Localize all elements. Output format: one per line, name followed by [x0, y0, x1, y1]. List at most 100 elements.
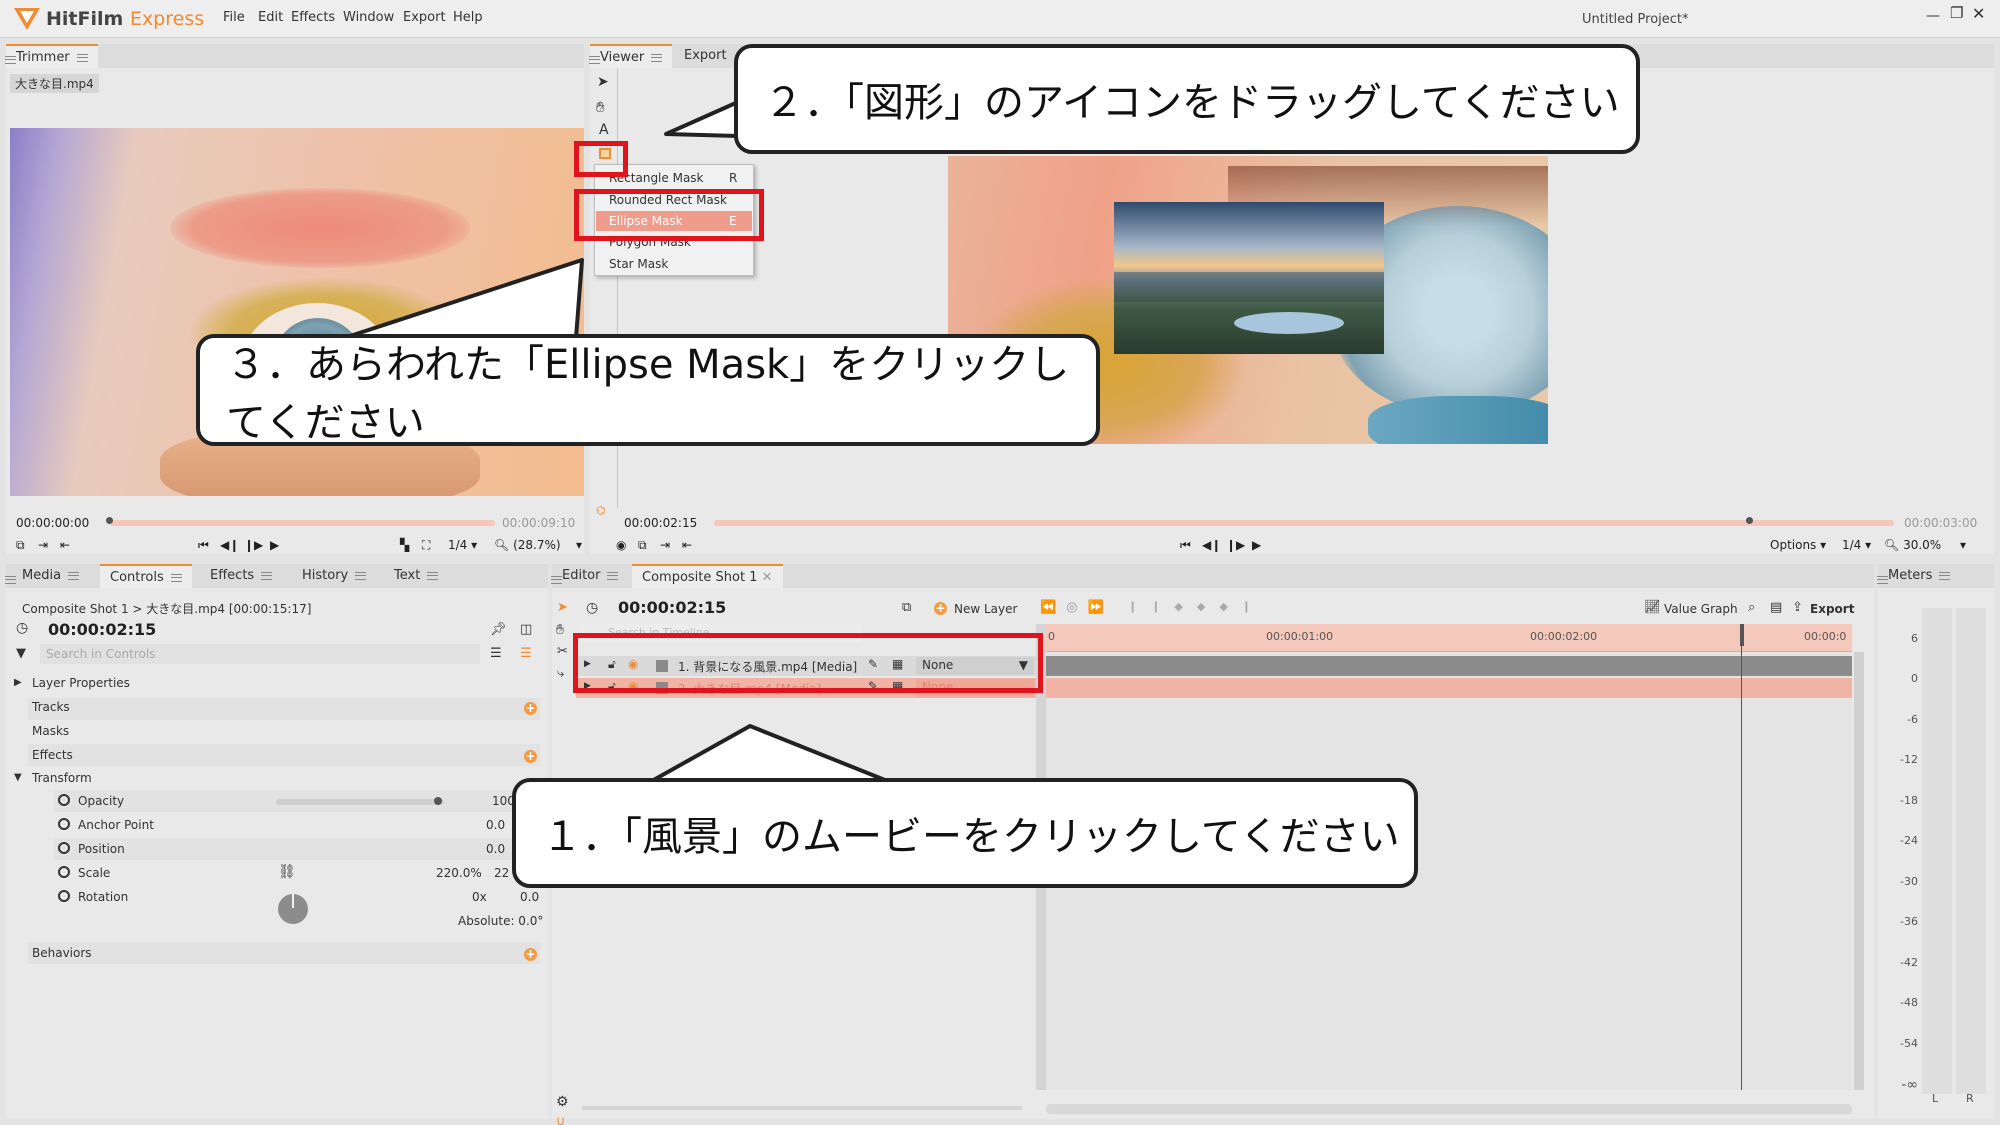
panel-menu-icon[interactable]: [5, 55, 16, 64]
opacity-slider[interactable]: [276, 799, 444, 805]
tracks-row[interactable]: [28, 698, 540, 720]
menu-effects[interactable]: Effects: [291, 10, 335, 25]
panel-menu-icon[interactable]: [551, 575, 562, 584]
prop-position-row[interactable]: [54, 838, 540, 860]
in-point-icon[interactable]: ⧉: [16, 538, 25, 553]
tab-media[interactable]: Media: [12, 564, 89, 588]
trimmer-resolution[interactable]: 1/4 ▾: [448, 538, 477, 552]
tab-editor[interactable]: Editor: [552, 564, 628, 588]
menu-file[interactable]: File: [223, 10, 245, 25]
snapshot-icon[interactable]: ◉: [616, 538, 626, 552]
keyframe-scale-icon[interactable]: [58, 866, 70, 878]
viewer-options[interactable]: Options ▾: [1770, 538, 1826, 552]
overlay-icon[interactable]: ⇤: [60, 538, 70, 552]
close-icon[interactable]: ✕: [1972, 4, 1985, 23]
trimmer-menu-arrow[interactable]: ▾: [576, 538, 582, 552]
step-back-icon[interactable]: ◀❙: [220, 538, 239, 552]
tab-composite-shot[interactable]: Composite Shot 1 ✕: [632, 564, 783, 588]
split-view-icon[interactable]: ◫: [520, 622, 532, 637]
editor-time[interactable]: 00:00:02:15: [618, 598, 726, 617]
timeline-hscrollbar[interactable]: [1046, 1104, 1852, 1114]
effects-label[interactable]: Effects: [32, 748, 73, 762]
insert-icon[interactable]: ⇥: [660, 538, 670, 552]
landscape-layer-preview[interactable]: [1114, 202, 1384, 354]
viewer-playhead[interactable]: [1746, 517, 1753, 524]
timeline-playhead[interactable]: [1740, 624, 1744, 646]
keyframe-position-icon[interactable]: [58, 842, 70, 854]
anchor-tool-icon[interactable]: ⌬: [596, 504, 606, 517]
collapse-transform-icon[interactable]: ▼: [14, 772, 22, 783]
menu-export[interactable]: Export: [403, 10, 446, 25]
editor-export-button[interactable]: Export: [1810, 602, 1854, 616]
behaviors-label[interactable]: Behaviors: [32, 946, 92, 960]
scale-value-2[interactable]: 22: [494, 866, 509, 880]
rotation-value[interactable]: 0.0: [520, 890, 539, 904]
layer-list-zoom-slider[interactable]: [582, 1106, 1022, 1110]
position-value[interactable]: 0.0: [486, 842, 505, 856]
new-layer-button[interactable]: New Layer: [954, 602, 1017, 616]
close-tab-icon[interactable]: ✕: [762, 570, 773, 585]
add-effect-icon[interactable]: +: [524, 750, 537, 763]
link-tool-icon[interactable]: ⤷: [557, 666, 564, 681]
viewer-scrubber[interactable]: [714, 520, 1894, 526]
select-tool-icon[interactable]: ➤: [557, 600, 568, 615]
hand-tool-icon[interactable]: ✋︎: [556, 622, 564, 638]
keyframe-anchor-icon[interactable]: [58, 818, 70, 830]
skip-start-icon[interactable]: ⏮: [1180, 538, 1191, 553]
clipboard-icon[interactable]: ▤: [1770, 600, 1782, 615]
rotation-turns[interactable]: 0x: [472, 890, 487, 904]
scale-link-icon[interactable]: ⛓︎: [278, 864, 296, 880]
transform-label[interactable]: Transform: [32, 771, 92, 785]
tab-text[interactable]: Text: [384, 564, 448, 588]
expand-layer-props-icon[interactable]: ▶: [14, 677, 22, 688]
trimmer-zoom[interactable]: 🔍︎ (28.7%): [494, 538, 561, 552]
step-forward-icon[interactable]: ❙▶: [1226, 538, 1245, 552]
zoom-fit-icon[interactable]: ⌕: [1748, 600, 1755, 615]
viewer-zoom[interactable]: 🔍︎ 30.0%: [1884, 538, 1941, 552]
value-graph-button[interactable]: Value Graph: [1664, 602, 1738, 616]
maximize-icon[interactable]: ❐: [1950, 4, 1963, 22]
razor-tool-icon[interactable]: ✂︎: [557, 644, 568, 659]
add-track-icon[interactable]: +: [524, 702, 537, 715]
detail-view-icon[interactable]: ☰: [520, 646, 532, 661]
tab-viewer[interactable]: Viewer: [590, 44, 673, 68]
layer-1-clip[interactable]: [1046, 656, 1852, 676]
skip-start-icon[interactable]: ⏮: [198, 538, 209, 553]
controls-search-input[interactable]: Search in Controls: [40, 644, 480, 664]
scale-value[interactable]: 220.0%: [436, 866, 482, 880]
overlay-icon[interactable]: ⇤: [682, 538, 692, 552]
pin-icon[interactable]: 📌︎: [490, 622, 507, 637]
trimmer-scrubber[interactable]: [110, 520, 495, 526]
in-point-icon[interactable]: ⧉: [638, 538, 647, 553]
keyframe-opacity-icon[interactable]: [58, 794, 70, 806]
viewer-resolution[interactable]: 1/4 ▾: [1842, 538, 1871, 552]
render-preview-icon[interactable]: ⧉: [902, 600, 911, 615]
settings-icon[interactable]: ⚙︎: [556, 1094, 569, 1110]
panel-menu-icon[interactable]: [5, 575, 16, 584]
tab-controls[interactable]: Controls: [100, 564, 192, 588]
tab-export[interactable]: Export: [674, 44, 737, 68]
fullscreen-icon[interactable]: ⛶: [422, 538, 430, 553]
timeline-vscrollbar[interactable]: [1854, 652, 1864, 1090]
text-tool-icon[interactable]: A: [599, 122, 609, 138]
masks-label[interactable]: Masks: [32, 724, 69, 738]
tab-effects[interactable]: Effects: [200, 564, 282, 588]
behaviors-row[interactable]: [28, 942, 540, 964]
menu-star-mask[interactable]: Star Mask: [609, 257, 668, 271]
hand-tool-icon[interactable]: ✋︎: [596, 98, 605, 116]
menu-help[interactable]: Help: [453, 10, 483, 25]
add-behavior-icon[interactable]: +: [524, 948, 537, 961]
panel-menu-icon[interactable]: [589, 55, 600, 64]
tab-history[interactable]: History: [292, 564, 376, 588]
snap-magnet-icon[interactable]: ∪: [556, 1114, 566, 1125]
effects-row[interactable]: [28, 744, 540, 766]
layer-2-clip[interactable]: [1046, 678, 1852, 698]
controls-time[interactable]: 00:00:02:15: [48, 620, 156, 639]
menu-edit[interactable]: Edit: [258, 10, 283, 25]
step-back-icon[interactable]: ◀❙: [1202, 538, 1221, 552]
tab-trimmer[interactable]: Trimmer: [6, 44, 98, 68]
viewer-menu-arrow[interactable]: ▾: [1960, 538, 1966, 552]
list-view-icon[interactable]: ☰: [490, 646, 502, 661]
opacity-slider-knob[interactable]: [434, 797, 442, 805]
tracks-label[interactable]: Tracks: [32, 700, 70, 714]
